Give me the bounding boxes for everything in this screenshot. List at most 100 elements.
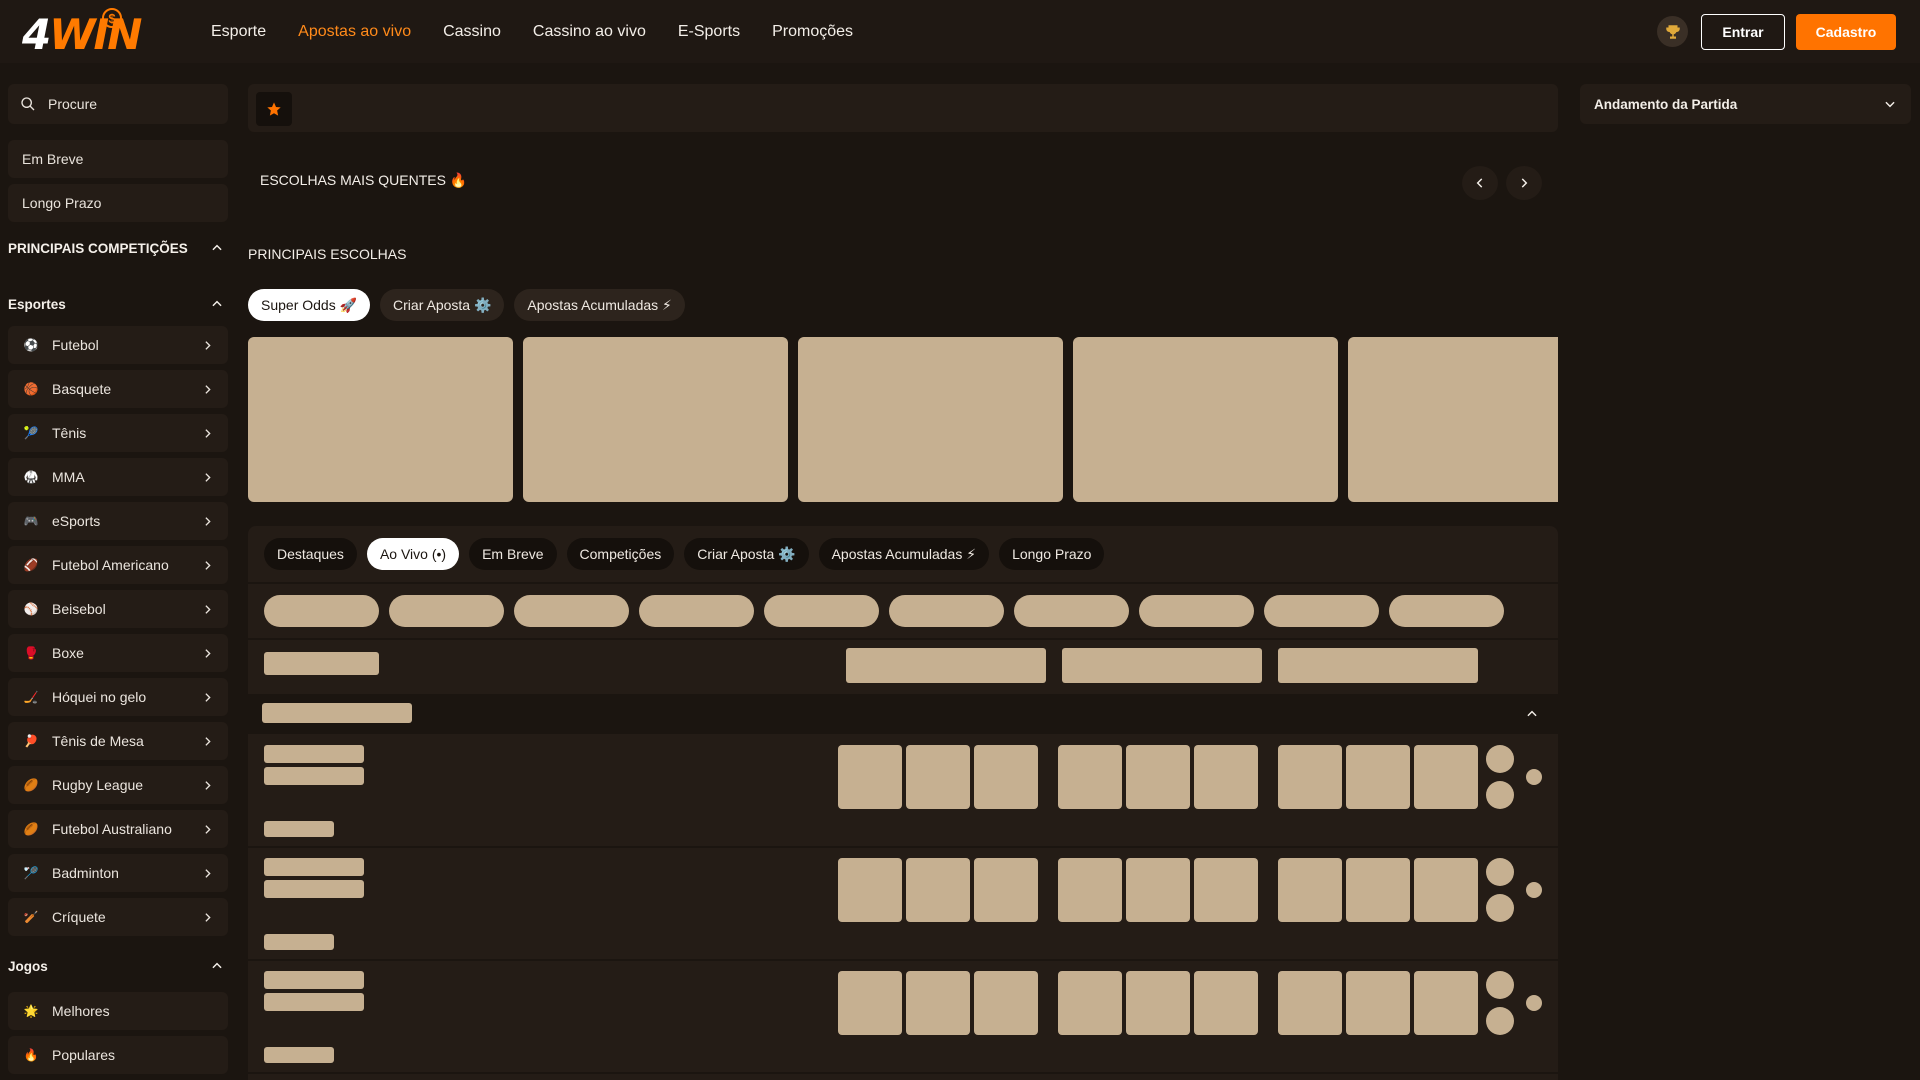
sport-filter-skeleton[interactable]: [389, 595, 504, 627]
odds-button-skeleton[interactable]: [1126, 745, 1190, 809]
odds-button-skeleton[interactable]: [1194, 858, 1258, 922]
chip-criar-aposta[interactable]: Criar Aposta ⚙️: [380, 289, 505, 321]
sidebar-item-sport[interactable]: 🏀 Basquete: [8, 370, 228, 408]
sidebar-item-sport[interactable]: 🎮 eSports: [8, 502, 228, 540]
sidebar-item-sport[interactable]: 🥊 Boxe: [8, 634, 228, 672]
odds-button-skeleton[interactable]: [974, 858, 1038, 922]
more-markets-skeleton[interactable]: [1486, 894, 1514, 922]
sport-filter-skeleton[interactable]: [764, 595, 879, 627]
sport-filter-skeleton[interactable]: [889, 595, 1004, 627]
sport-filter-skeleton[interactable]: [1389, 595, 1504, 627]
nav-cassino[interactable]: Cassino: [443, 23, 501, 41]
nav-esporte[interactable]: Esporte: [211, 23, 266, 41]
odds-button-skeleton[interactable]: [1414, 858, 1478, 922]
tab-destaques[interactable]: Destaques: [264, 538, 357, 570]
sidebar-item-sport[interactable]: 🏒 Hóquei no gelo: [8, 678, 228, 716]
favorite-dot-skeleton[interactable]: [1526, 882, 1542, 898]
chip-apostas-acumuladas[interactable]: Apostas Acumuladas ⚡: [514, 289, 685, 321]
odds-button-skeleton[interactable]: [1058, 745, 1122, 809]
sport-filter-skeleton[interactable]: [1264, 595, 1379, 627]
more-markets-skeleton[interactable]: [1486, 781, 1514, 809]
sidebar-item-game[interactable]: 🌟 Melhores: [8, 992, 228, 1030]
signup-button[interactable]: Cadastro: [1796, 14, 1896, 50]
pick-card[interactable]: [1348, 337, 1558, 502]
tab-longo-prazo[interactable]: Longo Prazo: [999, 538, 1105, 570]
odds-button-skeleton[interactable]: [1346, 971, 1410, 1035]
sport-filter-skeleton[interactable]: [264, 595, 379, 627]
match-progress-panel[interactable]: Andamento da Partida: [1580, 84, 1911, 124]
chevron-down-icon: [1885, 101, 1895, 108]
sidebar-item-sport[interactable]: ⚾ Beisebol: [8, 590, 228, 628]
pick-card[interactable]: [523, 337, 788, 502]
nav-promocoes[interactable]: Promoções: [772, 23, 853, 41]
odds-button-skeleton[interactable]: [1278, 745, 1342, 809]
nav-esports[interactable]: E-Sports: [678, 23, 740, 41]
sidebar-item-sport[interactable]: 🏓 Tênis de Mesa: [8, 722, 228, 760]
chip-super-odds[interactable]: Super Odds 🚀: [248, 289, 371, 321]
odds-button-skeleton[interactable]: [1346, 745, 1410, 809]
odds-button-skeleton[interactable]: [1414, 971, 1478, 1035]
sport-filter-skeleton[interactable]: [514, 595, 629, 627]
sport-filter-skeleton[interactable]: [1014, 595, 1129, 627]
odds-button-skeleton[interactable]: [1346, 858, 1410, 922]
odds-button-skeleton[interactable]: [906, 858, 970, 922]
section-games[interactable]: Jogos: [8, 946, 228, 986]
sidebar-item-sport[interactable]: 🥋 MMA: [8, 458, 228, 496]
sidebar-item-sport[interactable]: 🏏 Críquete: [8, 898, 228, 936]
sidebar-item-sport[interactable]: 🏉 Futebol Australiano: [8, 810, 228, 848]
odds-button-skeleton[interactable]: [838, 858, 902, 922]
odds-button-skeleton[interactable]: [838, 745, 902, 809]
sport-filter-skeleton[interactable]: [639, 595, 754, 627]
nav-apostas-ao-vivo[interactable]: Apostas ao vivo: [298, 23, 411, 41]
carousel-prev-button[interactable]: [1462, 166, 1498, 200]
sidebar-item-sport[interactable]: ⚽ Futebol: [8, 326, 228, 364]
sidebar-item-sport[interactable]: 🏈 Futebol Americano: [8, 546, 228, 584]
odds-button-skeleton[interactable]: [906, 971, 970, 1035]
tab-competicoes[interactable]: Competições: [566, 538, 675, 570]
odds-button-skeleton[interactable]: [1278, 971, 1342, 1035]
odds-button-skeleton[interactable]: [838, 971, 902, 1035]
favorite-dot-skeleton[interactable]: [1526, 995, 1542, 1011]
login-button[interactable]: Entrar: [1701, 14, 1785, 50]
odds-button-skeleton[interactable]: [974, 971, 1038, 1035]
odds-button-skeleton[interactable]: [1058, 971, 1122, 1035]
odds-button-skeleton[interactable]: [1194, 745, 1258, 809]
odds-button-skeleton[interactable]: [1278, 858, 1342, 922]
more-markets-skeleton[interactable]: [1486, 858, 1514, 886]
odds-button-skeleton[interactable]: [1194, 971, 1258, 1035]
odds-button-skeleton[interactable]: [1414, 745, 1478, 809]
more-markets-skeleton[interactable]: [1486, 971, 1514, 999]
favorites-button[interactable]: [256, 92, 292, 126]
sidebar-item-sport[interactable]: 🎾 Tênis: [8, 414, 228, 452]
tab-criar-aposta[interactable]: Criar Aposta ⚙️: [684, 538, 809, 570]
nav-cassino-ao-vivo[interactable]: Cassino ao vivo: [533, 23, 646, 41]
tab-ao-vivo[interactable]: Ao Vivo (•): [366, 538, 460, 570]
more-markets-skeleton[interactable]: [1486, 745, 1514, 773]
chevron-up-icon[interactable]: [1525, 707, 1539, 721]
sidebar-item-longo-prazo[interactable]: Longo Prazo: [8, 184, 228, 222]
trophy-button[interactable]: [1657, 16, 1688, 47]
odds-button-skeleton[interactable]: [1058, 858, 1122, 922]
odds-button-skeleton[interactable]: [1126, 858, 1190, 922]
tab-em-breve[interactable]: Em Breve: [469, 538, 557, 570]
tab-apostas-acumuladas[interactable]: Apostas Acumuladas ⚡: [818, 538, 990, 570]
favorite-dot-skeleton[interactable]: [1526, 769, 1542, 785]
sidebar-item-sport[interactable]: 🏸 Badminton: [8, 854, 228, 892]
odds-button-skeleton[interactable]: [1126, 971, 1190, 1035]
league-header-row[interactable]: [248, 694, 1558, 734]
search-input[interactable]: Procure: [8, 84, 228, 124]
carousel-next-button[interactable]: [1506, 166, 1542, 200]
brand-logo[interactable]: 4WIN $: [22, 8, 152, 59]
sport-filter-skeleton[interactable]: [1139, 595, 1254, 627]
sidebar-item-sport[interactable]: 🏉 Rugby League: [8, 766, 228, 804]
pick-card[interactable]: [248, 337, 513, 502]
section-sports[interactable]: Esportes: [8, 284, 228, 324]
pick-card[interactable]: [798, 337, 1063, 502]
section-top-competitions[interactable]: PRINCIPAIS COMPETIÇÕES: [8, 228, 228, 268]
odds-button-skeleton[interactable]: [974, 745, 1038, 809]
odds-button-skeleton[interactable]: [906, 745, 970, 809]
more-markets-skeleton[interactable]: [1486, 1007, 1514, 1035]
sidebar-item-game[interactable]: 🔥 Populares: [8, 1036, 228, 1074]
pick-card[interactable]: [1073, 337, 1338, 502]
sidebar-item-em-breve[interactable]: Em Breve: [8, 140, 228, 178]
